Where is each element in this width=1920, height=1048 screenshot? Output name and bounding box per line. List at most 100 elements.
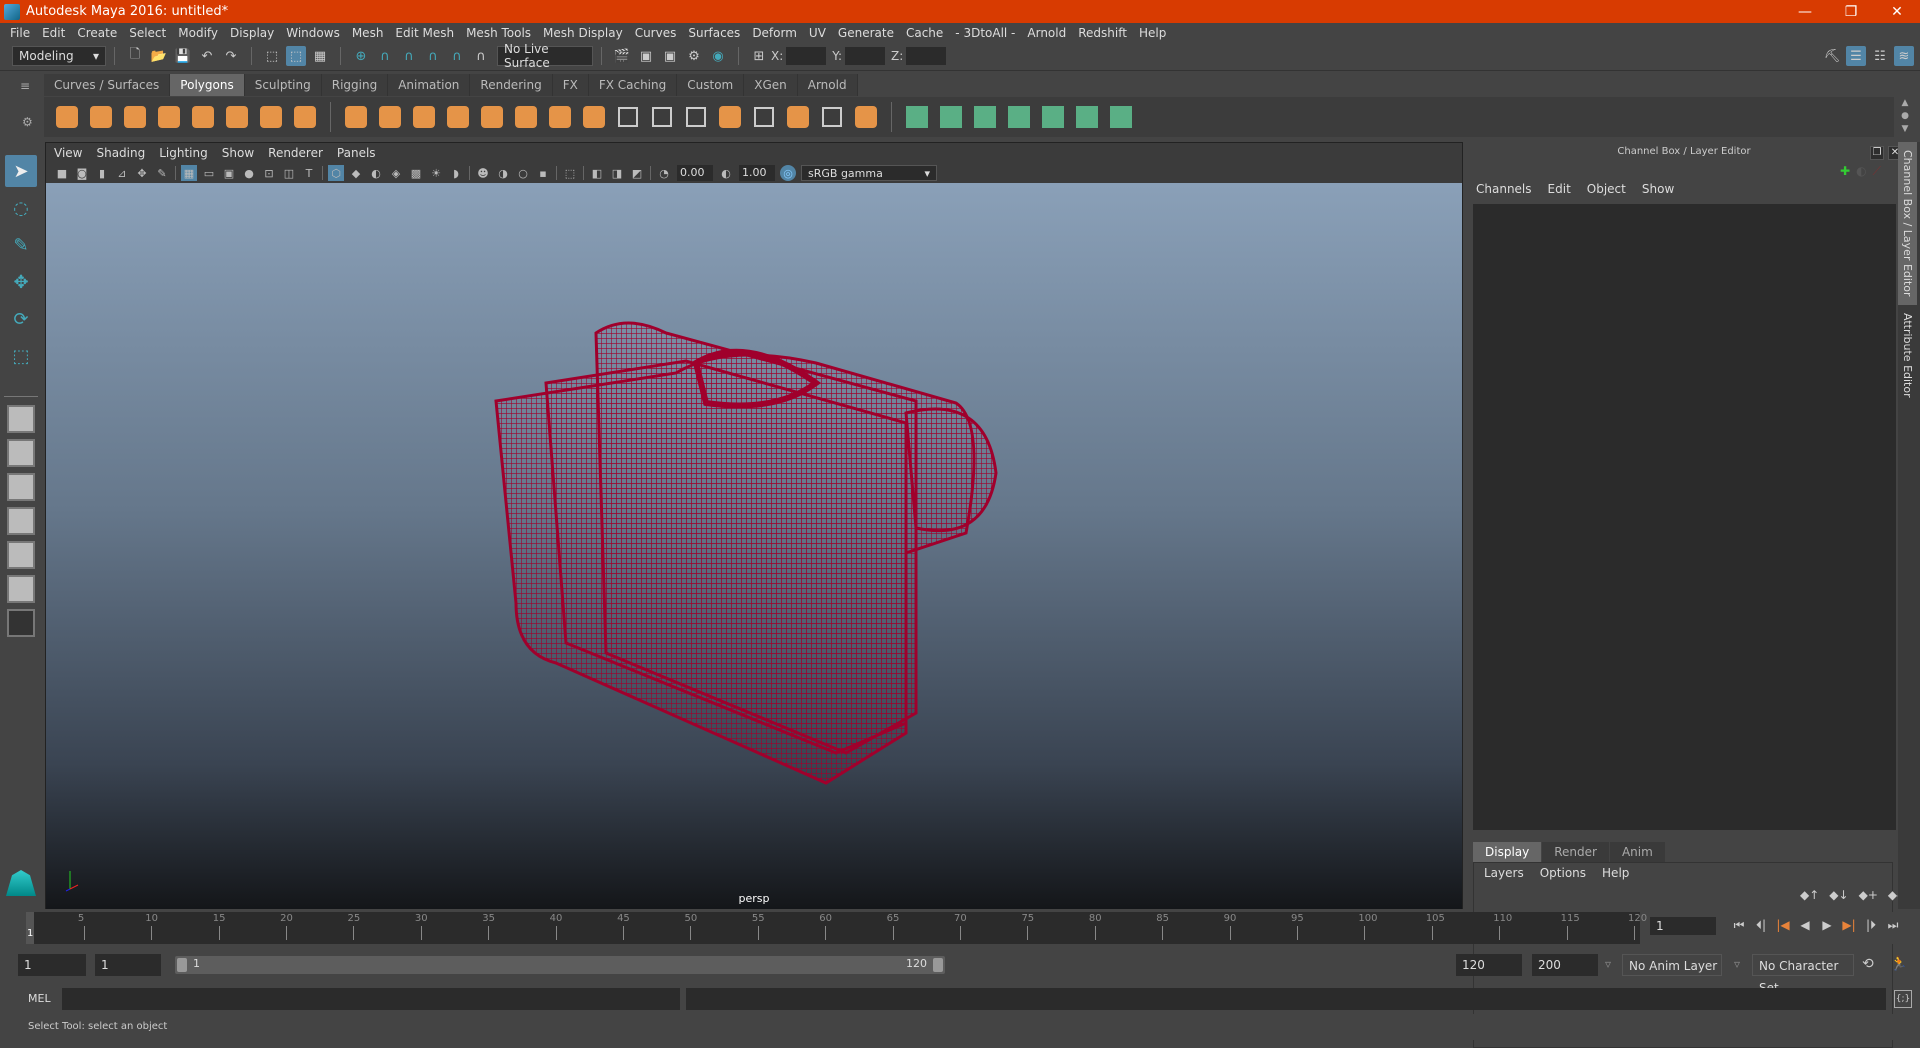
exposure-icon[interactable]: ◔ <box>656 165 672 181</box>
channel-box-menu-channels[interactable]: Channels <box>1476 182 1532 196</box>
planar-uv-icon[interactable] <box>903 103 931 131</box>
menu-mesh[interactable]: Mesh <box>352 26 384 40</box>
poly-torus-icon[interactable] <box>223 103 251 131</box>
menu-mesh-tools[interactable]: Mesh Tools <box>466 26 531 40</box>
save-scene-icon[interactable]: 💾 <box>173 46 193 66</box>
wireframe-icon[interactable]: ⬡ <box>328 165 344 181</box>
shelf-tab-custom[interactable]: Custom <box>677 74 745 96</box>
menu-cache[interactable]: Cache <box>906 26 943 40</box>
snap-view-plane-icon[interactable]: ∩ <box>423 46 443 66</box>
step-forward-key-icon[interactable]: ▶| <box>1838 918 1860 933</box>
image-plane-icon[interactable]: ⊿ <box>114 165 130 181</box>
speed-icon[interactable]: ◐ <box>1856 164 1866 179</box>
menu-edit-mesh[interactable]: Edit Mesh <box>395 26 454 40</box>
combine-icon[interactable] <box>342 103 370 131</box>
target-weld-icon[interactable] <box>750 103 778 131</box>
z-field[interactable] <box>906 47 947 65</box>
bridge-icon[interactable] <box>580 103 608 131</box>
auto-key-icon[interactable]: ⟲ <box>1862 956 1874 972</box>
backface-culling-icon[interactable]: ◩ <box>629 165 645 181</box>
unfold-uv-icon[interactable] <box>1039 103 1067 131</box>
shelf-menu-icon[interactable]: ≡ <box>20 79 30 93</box>
mirror-icon[interactable] <box>512 103 540 131</box>
play-forwards-icon[interactable]: ▶ <box>1816 918 1838 933</box>
briefcase-wireframe-model[interactable] <box>486 313 1026 813</box>
layer-tab-render[interactable]: Render <box>1542 842 1609 862</box>
viewport-menu-panels[interactable]: Panels <box>337 146 376 160</box>
shelf-tab-xgen[interactable]: XGen <box>744 74 798 96</box>
poly-cylinder-icon[interactable] <box>121 103 149 131</box>
select-component-icon[interactable]: ▦ <box>310 46 330 66</box>
menu-display[interactable]: Display <box>230 26 274 40</box>
shelf-tab-fx[interactable]: FX <box>552 74 589 96</box>
snap-surface-icon[interactable]: ∩ <box>447 46 467 66</box>
wireframe-on-shaded-icon[interactable]: ◐ <box>368 165 384 181</box>
uv-editor-icon[interactable] <box>1073 103 1101 131</box>
shelf-tab-animation[interactable]: Animation <box>388 74 471 96</box>
go-to-start-icon[interactable]: ⏮ <box>1728 918 1750 933</box>
step-back-key-icon[interactable]: |◀ <box>1772 918 1794 933</box>
menu-arnold[interactable]: Arnold <box>1027 26 1066 40</box>
channel-box-toggle-icon[interactable]: ≋ <box>1894 46 1914 66</box>
automatic-uv-icon[interactable] <box>1005 103 1033 131</box>
gate-mask-icon[interactable]: ● <box>241 165 257 181</box>
layer-menu-options[interactable]: Options <box>1540 866 1586 880</box>
layer-tab-anim[interactable]: Anim <box>1609 842 1665 862</box>
offset-edge-loop-icon[interactable] <box>716 103 744 131</box>
channel-box-menu-object[interactable]: Object <box>1587 182 1626 196</box>
scale-tool-icon[interactable]: ⬚ <box>5 340 37 372</box>
menu-3dtoall[interactable]: - 3DtoAll - <box>955 26 1015 40</box>
viewport-menu-show[interactable]: Show <box>222 146 254 160</box>
anti-aliasing-icon[interactable]: ○ <box>515 165 531 181</box>
playback-start-field[interactable]: 1 <box>95 954 161 976</box>
animation-preferences-icon[interactable]: 🏃 <box>1890 956 1907 972</box>
script-language-toggle[interactable]: MEL <box>28 992 51 1005</box>
film-gate-icon[interactable]: ▭ <box>201 165 217 181</box>
transform-mode-icon[interactable]: ⊞ <box>749 46 769 66</box>
hypershade-icon[interactable]: ◉ <box>708 46 728 66</box>
lasso-tool-icon[interactable]: ◌ <box>5 192 37 224</box>
safe-action-icon[interactable]: ◫ <box>281 165 297 181</box>
anim-layer-chevron-icon[interactable]: ▿ <box>1605 957 1611 971</box>
gamma-field[interactable]: 1.00 <box>739 165 775 181</box>
multi-cut-icon[interactable] <box>648 103 676 131</box>
menu-mesh-display[interactable]: Mesh Display <box>543 26 623 40</box>
range-start-handle[interactable] <box>177 958 187 972</box>
snap-grid-icon[interactable]: ⊕ <box>351 46 371 66</box>
poly-pipe-icon[interactable] <box>291 103 319 131</box>
manipulator-icon[interactable]: ✚ <box>1840 164 1850 179</box>
color-space-dropdown[interactable]: sRGB gamma ▾ <box>801 165 937 181</box>
single-perspective-layout-icon[interactable] <box>7 405 35 433</box>
camera-attributes-icon[interactable]: ◙ <box>74 165 90 181</box>
range-end-handle[interactable] <box>933 958 943 972</box>
extract-icon[interactable] <box>410 103 438 131</box>
animation-start-field[interactable]: 1 <box>18 954 86 976</box>
range-slider-bar[interactable]: 1 120 <box>175 956 945 974</box>
poly-sphere-icon[interactable] <box>53 103 81 131</box>
playback-end-field[interactable]: 120 <box>1456 954 1522 976</box>
poly-cube-icon[interactable] <box>87 103 115 131</box>
ipr-render-icon[interactable]: ▣ <box>660 46 680 66</box>
xray-joints-icon[interactable]: ◧ <box>589 165 605 181</box>
channel-box-menu-edit[interactable]: Edit <box>1548 182 1571 196</box>
shelf-scroll[interactable]: ▲ ● ▼ <box>1898 97 1912 137</box>
persp-outliner-layout-icon[interactable] <box>7 473 35 501</box>
hypershade-persp-layout-icon[interactable] <box>7 541 35 569</box>
2d-pan-zoom-icon[interactable]: ✥ <box>134 165 150 181</box>
bookmark-icon[interactable]: ▮ <box>94 165 110 181</box>
shelf-tab-rendering[interactable]: Rendering <box>470 74 553 96</box>
poly-pyramid-icon[interactable] <box>257 103 285 131</box>
four-view-layout-icon[interactable] <box>7 439 35 467</box>
resolution-gate-icon[interactable]: ▣ <box>221 165 237 181</box>
shelf-tab-curves-surfaces[interactable]: Curves / Surfaces <box>44 74 171 96</box>
current-frame-field[interactable]: 1 <box>1650 917 1716 935</box>
minimize-button[interactable]: — <box>1782 4 1828 20</box>
menu-deform[interactable]: Deform <box>752 26 797 40</box>
select-camera-icon[interactable]: ■ <box>54 165 70 181</box>
menu-file[interactable]: File <box>10 26 30 40</box>
restore-button[interactable]: ❐ <box>1828 4 1874 20</box>
tool-settings-icon[interactable]: ☷ <box>1870 46 1890 66</box>
grease-pencil-icon[interactable]: ✎ <box>154 165 170 181</box>
move-layer-down-icon[interactable]: ◆↓ <box>1829 888 1848 902</box>
render-view-icon[interactable]: 🎬 <box>612 46 632 66</box>
